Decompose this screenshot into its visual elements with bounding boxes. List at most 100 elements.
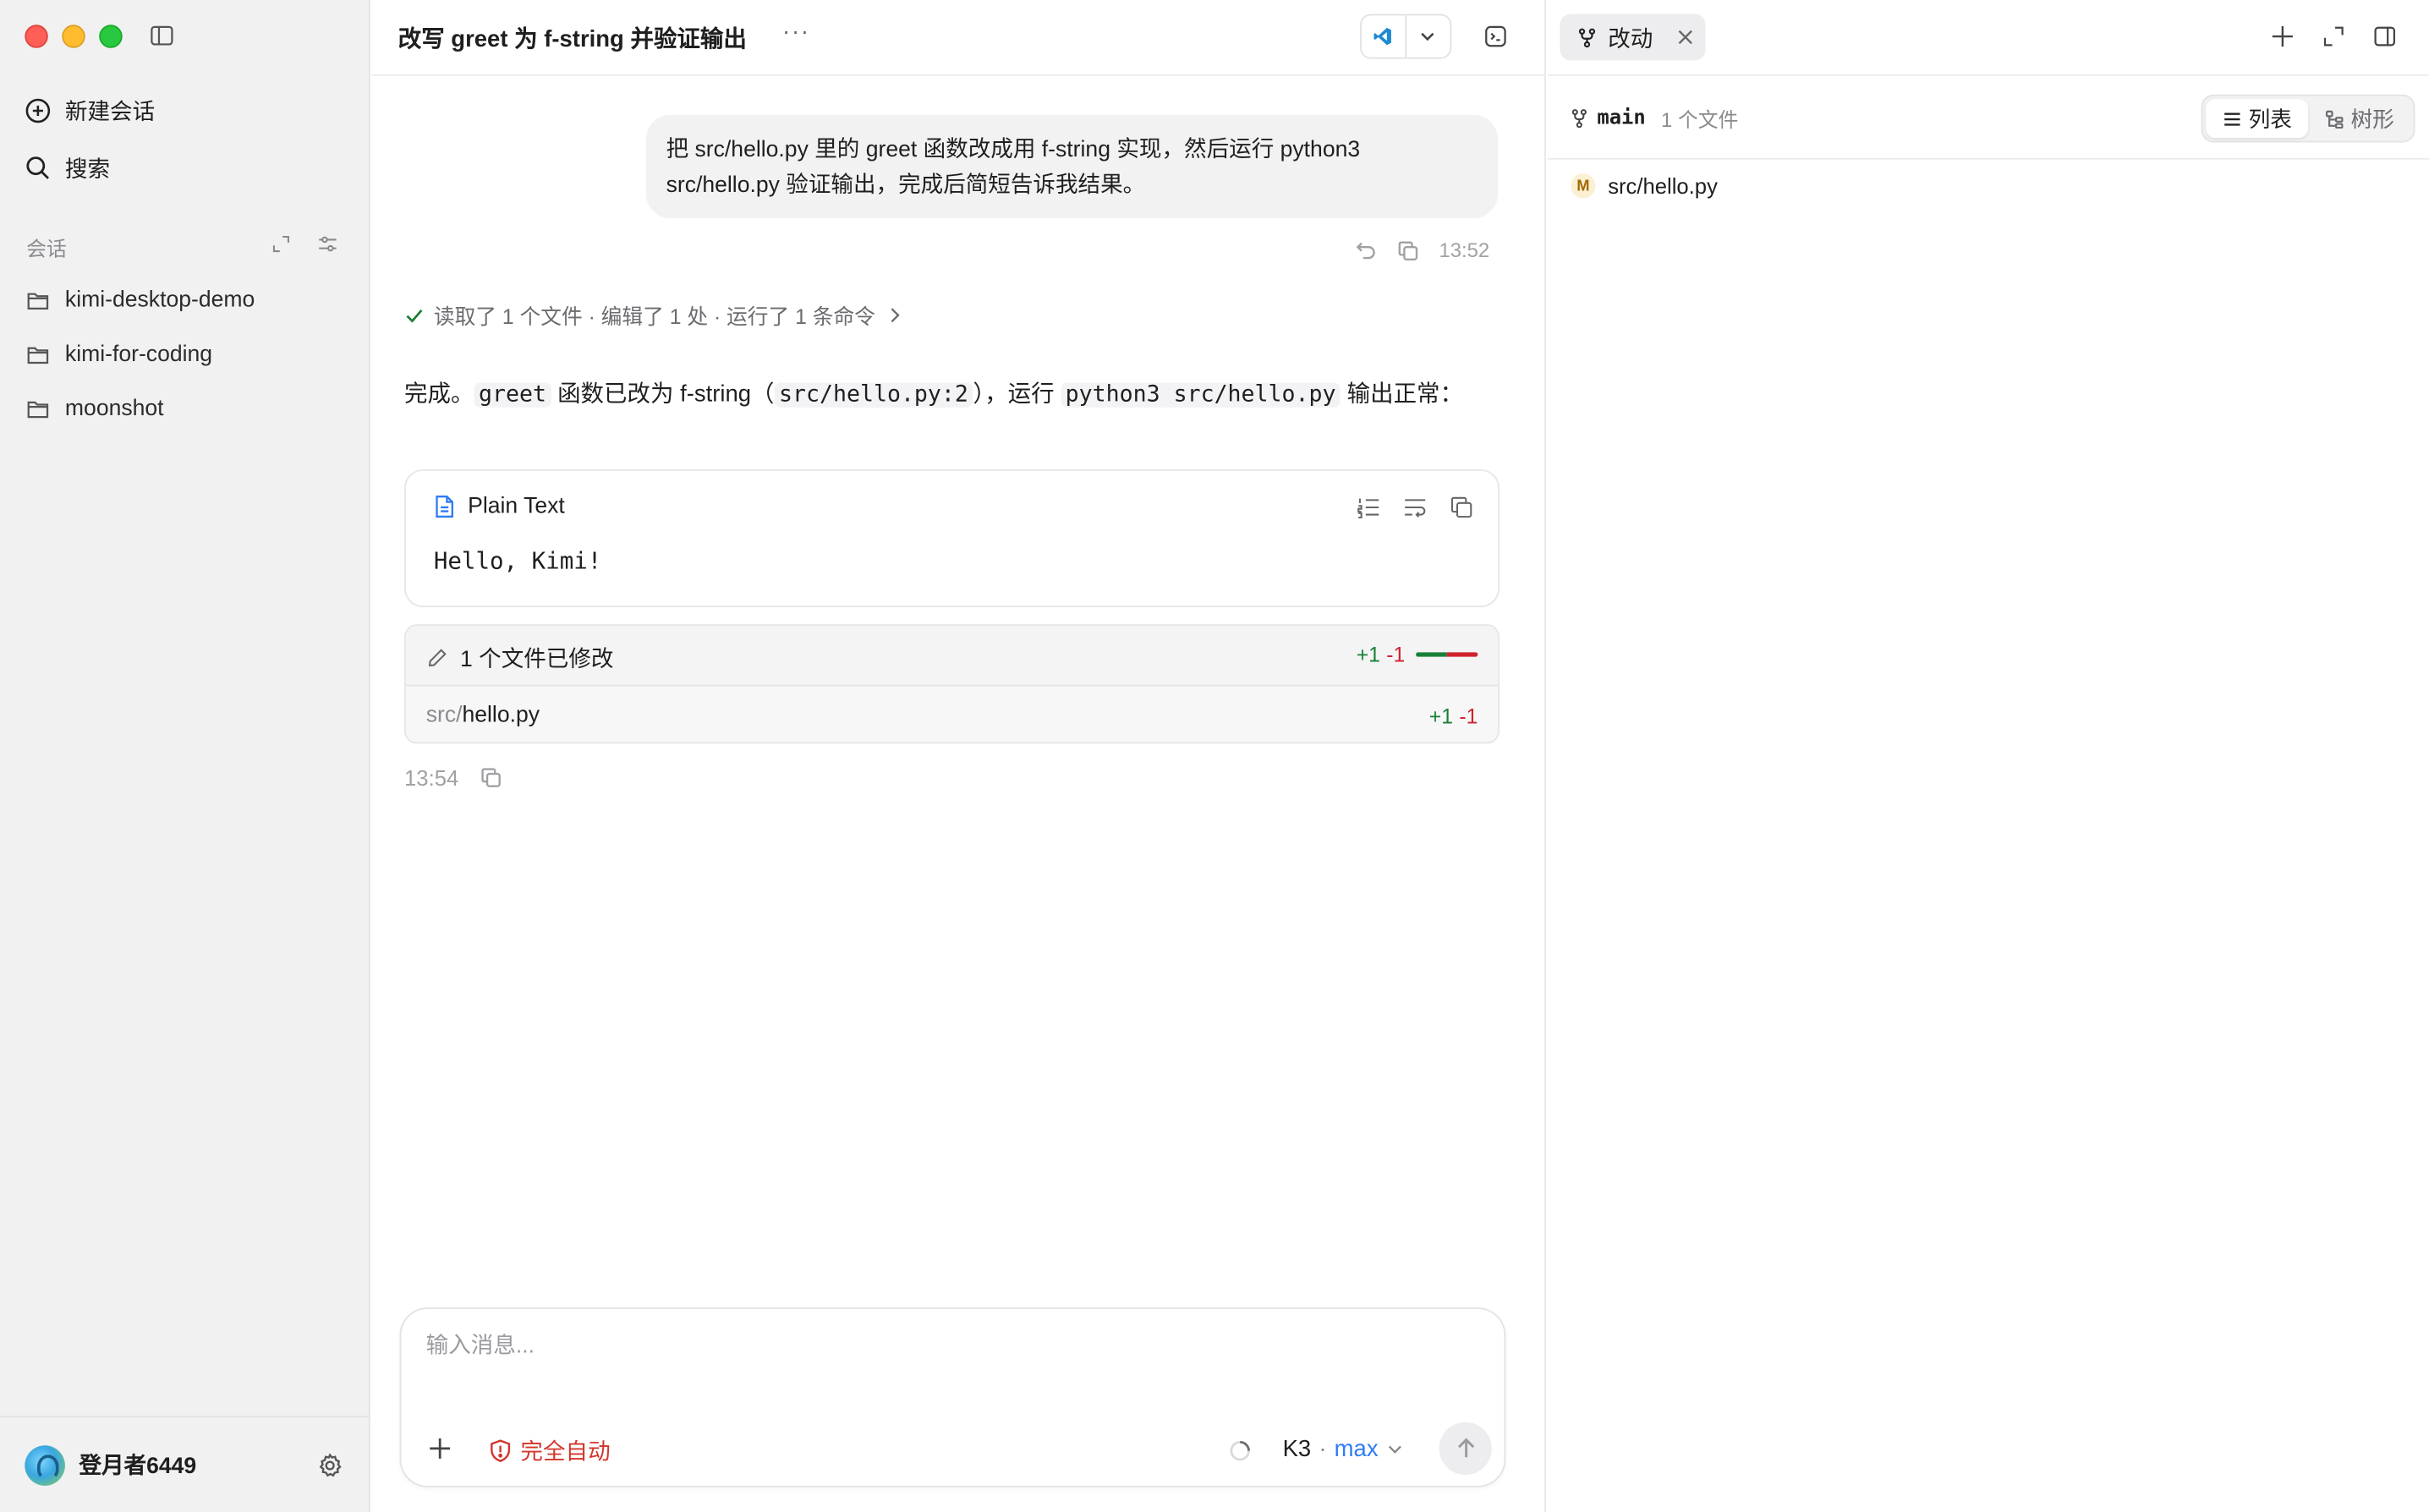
model-separator: ·: [1319, 1436, 1327, 1463]
terminal-icon[interactable]: [1484, 25, 1507, 47]
tool-summary-toggle[interactable]: 读取了 1 个文件 · 编辑了 1 处 · 运行了 1 条命令: [404, 299, 905, 331]
additions-count: +1: [1356, 643, 1380, 666]
close-window-button[interactable]: [25, 25, 48, 48]
branch-info: main 1 个文件: [1571, 104, 1738, 134]
project-label: kimi-desktop-demo: [64, 288, 255, 314]
diff-ratio-bar: [1416, 652, 1478, 657]
undo-icon[interactable]: [1356, 239, 1378, 261]
close-icon[interactable]: [1676, 28, 1695, 47]
project-label: kimi-for-coding: [64, 342, 213, 368]
editor-dropdown-button[interactable]: [1406, 15, 1450, 57]
sidebar-item-project[interactable]: kimi-desktop-demo: [26, 288, 255, 313]
answer-text: 完成。: [404, 381, 474, 408]
sidebar: 新建会话 搜索 会话 kimi-desktop-demo kimi-for-co…: [0, 0, 370, 1512]
answer-time: 13:54: [404, 765, 459, 791]
code-block: Plain Text Hello, Kimi!: [404, 469, 1500, 608]
view-list-label: 列表: [2248, 106, 2292, 131]
file-diff-stats: +1 -1: [1429, 705, 1478, 728]
assistant-answer: 完成。 greet 函数已改为 f-string（ src/hello.py:2），…: [404, 376, 1489, 414]
more-options-button[interactable]: ···: [782, 19, 810, 45]
answer-text: ），运行: [973, 381, 1061, 408]
tool-summary-text: 读取了 1 个文件 · 编辑了 1 处 · 运行了 1 条命令: [433, 304, 875, 329]
expand-icon[interactable]: [2322, 25, 2345, 47]
open-in-editor-group: [1360, 14, 1452, 59]
tab-changes[interactable]: 改动: [1560, 14, 1706, 61]
line-numbers-icon[interactable]: [1357, 496, 1379, 519]
sidebar-item-project[interactable]: kimi-for-coding: [26, 342, 212, 367]
file-additions: +1: [1428, 704, 1454, 729]
tab-changes-label: 改动: [1608, 27, 1653, 52]
model-selector[interactable]: K3 · max: [1283, 1436, 1403, 1462]
answer-text: 函数已改为 f-string（: [551, 381, 775, 408]
window-controls: [25, 25, 123, 48]
changed-file-row[interactable]: src/hello.py: [426, 704, 540, 728]
folder-icon: [27, 293, 49, 310]
message-input[interactable]: [425, 1334, 1449, 1359]
maximize-window-button[interactable]: [99, 25, 123, 48]
changed-files-card: 1 个文件已修改 +1 -1 src/hello.py +1 -1: [404, 624, 1500, 744]
check-icon: [406, 309, 423, 322]
changes-panel-header: 改动: [1547, 0, 2429, 76]
copy-icon[interactable]: [480, 767, 502, 789]
user-message-meta: 13:52: [1356, 238, 1490, 262]
model-name: K3: [1282, 1436, 1312, 1463]
user-message-time: 13:52: [1439, 238, 1490, 262]
panel-toggle-icon[interactable]: [2373, 25, 2396, 47]
file-count: 1 个文件: [1661, 108, 1739, 132]
sessions-section-label: 会话: [26, 237, 67, 260]
chat-title[interactable]: 改写 greet 为 f-string 并验证输出: [398, 22, 747, 54]
chat-header: 改写 greet 为 f-string 并验证输出 ···: [371, 0, 1546, 76]
word-wrap-icon[interactable]: [1403, 496, 1426, 518]
user-bar: 登月者6449: [0, 1416, 370, 1512]
changed-files-title: 1 个文件已修改: [459, 647, 614, 673]
diff-stats: +1 -1: [1357, 643, 1478, 666]
user-message: 把 src/hello.py 里的 greet 函数改成用 f-string 实…: [645, 114, 1499, 219]
modified-badge: M: [1571, 173, 1596, 199]
search-icon: [26, 156, 49, 179]
answer-meta: 13:54: [404, 765, 502, 790]
changed-file-item[interactable]: M src/hello.py: [1571, 173, 1718, 199]
sidebar-item-project[interactable]: moonshot: [26, 397, 164, 421]
filter-icon[interactable]: [317, 234, 337, 255]
changes-panel: 改动 main 1 个文件 列表 树形 M src/hello.py: [1547, 0, 2429, 1512]
loading-spinner-icon: [1230, 1440, 1250, 1461]
tree-icon: [2325, 109, 2343, 129]
code-content: Hello, Kimi!: [433, 546, 602, 575]
user-name[interactable]: 登月者6449: [79, 1449, 196, 1481]
permission-mode-label: 完全自动: [520, 1440, 611, 1466]
gear-icon[interactable]: [317, 1453, 342, 1477]
changed-files-header[interactable]: 1 个文件已修改 +1 -1: [405, 626, 1499, 687]
file-dir: src/: [425, 703, 463, 729]
open-in-vscode-button[interactable]: [1362, 15, 1406, 58]
file-deletions: -1: [1459, 704, 1478, 729]
new-chat-label: 新建会话: [64, 101, 156, 126]
chevron-right-icon: [891, 307, 900, 322]
folder-icon: [27, 347, 49, 364]
copy-icon[interactable]: [1450, 496, 1472, 518]
vscode-icon: [1374, 27, 1392, 46]
minimize-window-button[interactable]: [62, 25, 85, 48]
chat-main: 改写 greet 为 f-string 并验证输出 ··· 把 src/hell…: [371, 0, 1546, 1512]
chevron-down-icon: [1421, 32, 1434, 41]
view-tree-button[interactable]: 树形: [2308, 99, 2410, 138]
inline-code: src/hello.py:2: [774, 382, 973, 408]
new-chat-button[interactable]: 新建会话: [25, 95, 155, 127]
send-button[interactable]: [1439, 1422, 1492, 1476]
sidebar-toggle-icon[interactable]: [151, 25, 173, 47]
plus-circle-icon: [25, 98, 51, 123]
model-mode: max: [1334, 1436, 1379, 1463]
avatar[interactable]: [25, 1444, 65, 1485]
answer-text: 输出正常：: [1340, 381, 1464, 408]
folder-icon: [27, 401, 49, 419]
message-composer: 完全自动 K3 · max: [399, 1307, 1506, 1487]
inline-code: python3 src/hello.py: [1061, 382, 1341, 408]
expand-icon[interactable]: [271, 234, 292, 255]
view-mode-toggle: 列表 树形: [2201, 94, 2415, 143]
changed-file-path: src/hello.py: [1608, 173, 1718, 199]
permission-mode-button[interactable]: 完全自动: [490, 1434, 611, 1466]
plus-icon[interactable]: [428, 1436, 452, 1460]
view-list-button[interactable]: 列表: [2206, 99, 2309, 139]
plus-icon[interactable]: [2271, 25, 2294, 47]
search-button[interactable]: 搜索: [25, 152, 110, 184]
copy-icon[interactable]: [1397, 239, 1419, 261]
